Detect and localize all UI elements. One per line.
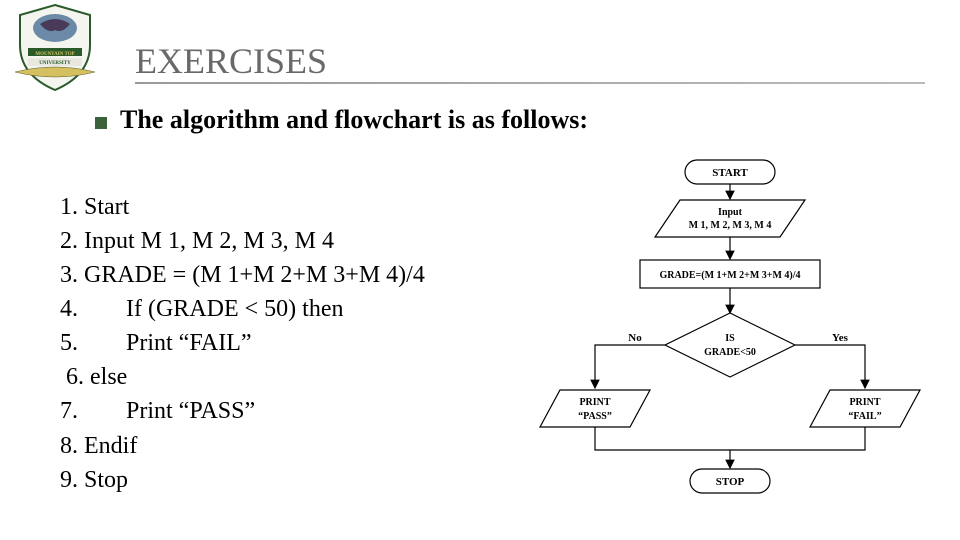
algo-step-1: 1. Start [60, 190, 425, 224]
university-logo: MOUNTAIN TOP UNIVERSITY [10, 0, 100, 95]
fc-decision-l2: GRADE<50 [704, 347, 756, 358]
fc-fail-l1: PRINT [849, 397, 880, 408]
fc-stop: STOP [716, 476, 745, 488]
flowchart: START Input M 1, M 2, M 3, M 4 GRADE=(M … [530, 155, 950, 515]
fc-start: START [712, 167, 748, 179]
bullet-icon [95, 117, 107, 129]
algo-step-2: 2. Input M 1, M 2, M 3, M 4 [60, 224, 425, 258]
fc-fail-l2: “FAIL” [848, 411, 881, 422]
algorithm-list: 1. Start 2. Input M 1, M 2, M 3, M 4 3. … [60, 190, 425, 497]
algo-step-6: 6. else [60, 360, 425, 394]
title-divider [135, 82, 925, 84]
fc-input-l2: M 1, M 2, M 3, M 4 [689, 220, 772, 231]
svg-text:MOUNTAIN TOP: MOUNTAIN TOP [35, 52, 74, 57]
svg-text:UNIVERSITY: UNIVERSITY [39, 61, 71, 66]
page-title: EXERCISES [135, 40, 327, 82]
fc-pass-l1: PRINT [579, 397, 610, 408]
fc-decision-l1: IS [725, 333, 735, 344]
fc-no-label: No [628, 332, 642, 344]
algo-step-3: 3. GRADE = (M 1+M 2+M 3+M 4)/4 [60, 258, 425, 292]
fc-process: GRADE=(M 1+M 2+M 3+M 4)/4 [659, 270, 800, 281]
fc-yes-label: Yes [832, 332, 849, 344]
algo-step-5: 5. Print “FAIL” [60, 326, 425, 360]
fc-input-l1: Input [718, 207, 743, 218]
fc-pass-l2: “PASS” [578, 411, 612, 422]
algo-step-4: 4. If (GRADE < 50) then [60, 292, 425, 326]
algo-step-8: 8. Endif [60, 429, 425, 463]
algo-step-9: 9. Stop [60, 463, 425, 497]
algo-step-7: 7. Print “PASS” [60, 394, 425, 428]
subtitle: The algorithm and flowchart is as follow… [120, 105, 588, 135]
